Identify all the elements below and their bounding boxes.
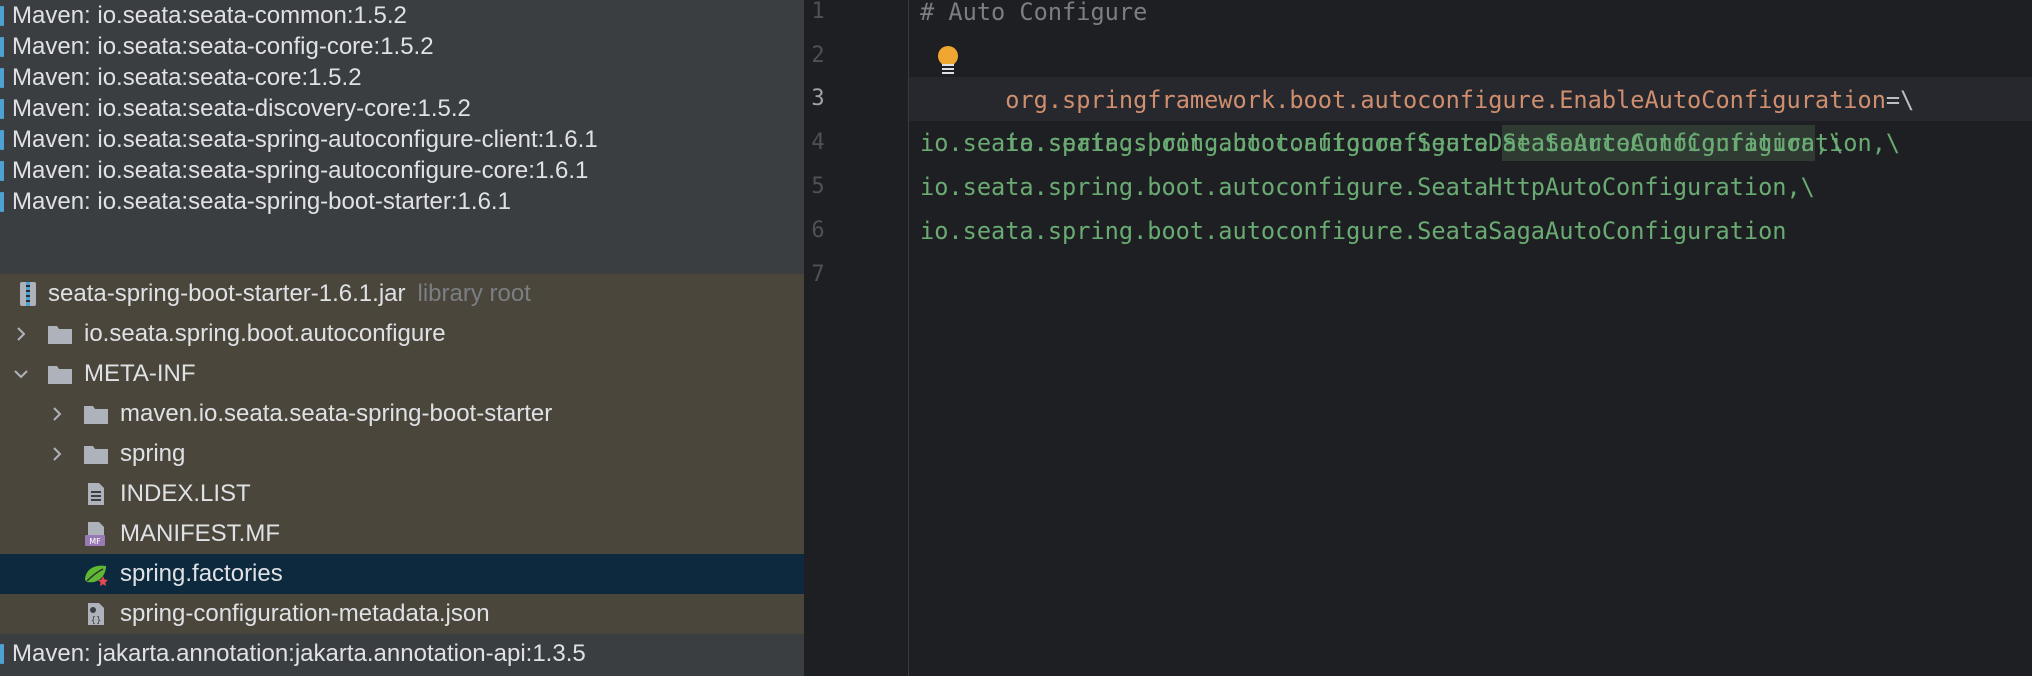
equals-sign: = bbox=[1885, 86, 1901, 114]
tree-item-label: META-INF bbox=[84, 360, 196, 387]
maven-library-icon bbox=[0, 130, 4, 150]
library-root-hint: library root bbox=[417, 280, 531, 307]
code-line-5[interactable]: io.seata.spring.boot.autoconfigure.Seata… bbox=[920, 165, 1815, 209]
tree-item-manifest[interactable]: MF MANIFEST.MF bbox=[0, 514, 804, 554]
maven-library-icon bbox=[0, 6, 4, 26]
tree-item-package-autoconfigure[interactable]: io.seata.spring.boot.autoconfigure bbox=[0, 314, 804, 354]
line-number: 2 bbox=[811, 43, 825, 68]
tree-item-label: io.seata.spring.boot.autoconfigure bbox=[84, 320, 446, 347]
tree-item-label: INDEX.LIST bbox=[120, 480, 251, 507]
tree-item-label: spring-configuration-metadata.json bbox=[120, 600, 490, 627]
text-file-icon bbox=[88, 483, 104, 505]
tree-item-spring-folder[interactable]: spring bbox=[0, 434, 804, 474]
line-number: 4 bbox=[811, 130, 825, 155]
maven-library-icon bbox=[0, 192, 4, 212]
tree-item-label: MANIFEST.MF bbox=[120, 520, 280, 547]
code-editor[interactable]: 1 2 3 4 5 6 7 # Auto Configure org.sprin… bbox=[804, 0, 2032, 676]
ide-window: Maven: io.seata:seata-common:1.5.2 Maven… bbox=[0, 0, 2032, 676]
maven-library-icon bbox=[0, 161, 4, 181]
project-tree-panel[interactable]: Maven: io.seata:seata-common:1.5.2 Maven… bbox=[0, 0, 804, 676]
tree-item-label: maven.io.seata.seata-spring-boot-starter bbox=[120, 400, 553, 427]
json-file-icon: {} bbox=[88, 603, 104, 626]
maven-library-icon bbox=[0, 99, 4, 119]
spring-factories-icon bbox=[85, 565, 108, 586]
line-number: 1 bbox=[811, 0, 825, 24]
tree-item-label: spring.factories bbox=[120, 560, 283, 587]
tree-item-label: spring bbox=[120, 440, 186, 467]
chevron-right-icon[interactable] bbox=[48, 405, 66, 423]
tree-item-meta-inf[interactable]: META-INF bbox=[0, 354, 804, 394]
line-number: 6 bbox=[811, 218, 825, 243]
tree-item-maven-jakarta-annotation[interactable]: Maven: jakarta.annotation:jakarta.annota… bbox=[0, 634, 804, 674]
tree-item-label: Maven: jakarta.annotation:jakarta.annota… bbox=[12, 640, 586, 667]
lightbulb-icon[interactable] bbox=[938, 46, 958, 66]
tree-item-maven-seata-spring-boot-starter[interactable]: Maven: io.seata:seata-spring-boot-starte… bbox=[0, 182, 804, 222]
chevron-down-icon[interactable] bbox=[12, 365, 30, 383]
maven-library-icon bbox=[0, 37, 4, 57]
code-line-1[interactable]: # Auto Configure bbox=[920, 0, 1147, 34]
intention-menu-icon[interactable] bbox=[942, 64, 954, 74]
jar-archive-icon bbox=[20, 282, 36, 306]
line-number-current: 3 bbox=[811, 86, 825, 111]
chevron-right-icon[interactable] bbox=[48, 445, 66, 463]
folder-icon bbox=[84, 406, 108, 424]
tree-item-label: seata-spring-boot-starter-1.6.1.jar bbox=[48, 280, 406, 307]
code-line-4[interactable]: io.seata.spring.boot.autoconfigure.Seata… bbox=[920, 121, 1900, 165]
line-number: 7 bbox=[811, 262, 825, 287]
line-continuation: \ bbox=[1900, 86, 1915, 114]
svg-text:{}: {} bbox=[91, 616, 102, 626]
tree-item-jar-library-root[interactable]: seata-spring-boot-starter-1.6.1.jar libra… bbox=[0, 274, 804, 314]
tree-item-config-metadata-json[interactable]: {} spring-configuration-metadata.json bbox=[0, 594, 804, 634]
tree-item-spring-factories[interactable]: spring.factories bbox=[0, 554, 804, 594]
line-number-gutter[interactable]: 1 2 3 4 5 6 7 bbox=[804, 0, 908, 676]
folder-icon bbox=[84, 446, 108, 464]
tree-item-label: Maven: io.seata:seata-spring-boot-starte… bbox=[12, 188, 511, 215]
tree-item-maven-folder[interactable]: maven.io.seata.seata-spring-boot-starter bbox=[0, 394, 804, 434]
maven-library-icon bbox=[0, 644, 4, 664]
code-line-6[interactable]: io.seata.spring.boot.autoconfigure.Seata… bbox=[920, 209, 1786, 253]
maven-library-icon bbox=[0, 68, 4, 88]
manifest-file-icon: MF bbox=[85, 522, 105, 546]
folder-icon bbox=[48, 326, 72, 344]
folder-icon bbox=[48, 366, 72, 384]
line-number: 5 bbox=[811, 174, 825, 199]
tree-item-index-list[interactable]: INDEX.LIST bbox=[0, 474, 804, 514]
svg-text:MF: MF bbox=[89, 537, 101, 546]
chevron-right-icon[interactable] bbox=[12, 325, 30, 343]
